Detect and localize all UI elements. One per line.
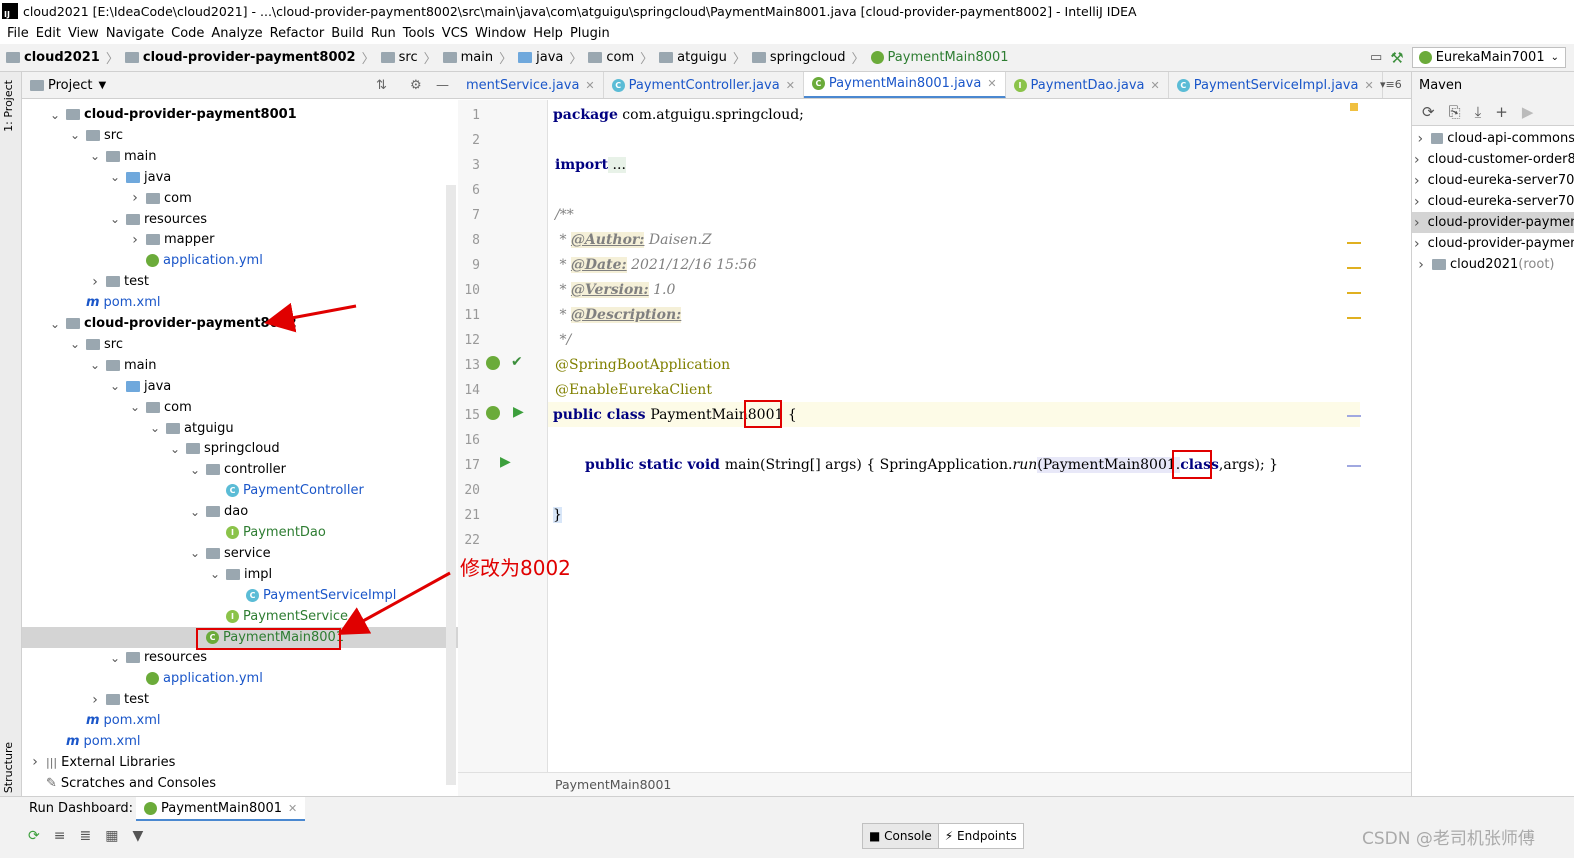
annotation-arrow-main-class — [337, 571, 451, 635]
watermark: CSDN @老司机张师傅 — [1362, 829, 1535, 849]
annotation-text: 修改为8002 — [460, 556, 571, 580]
annotation-arrow-module — [264, 302, 357, 333]
highlight-box-main-class — [196, 628, 341, 650]
annotation-arrows — [264, 302, 451, 635]
